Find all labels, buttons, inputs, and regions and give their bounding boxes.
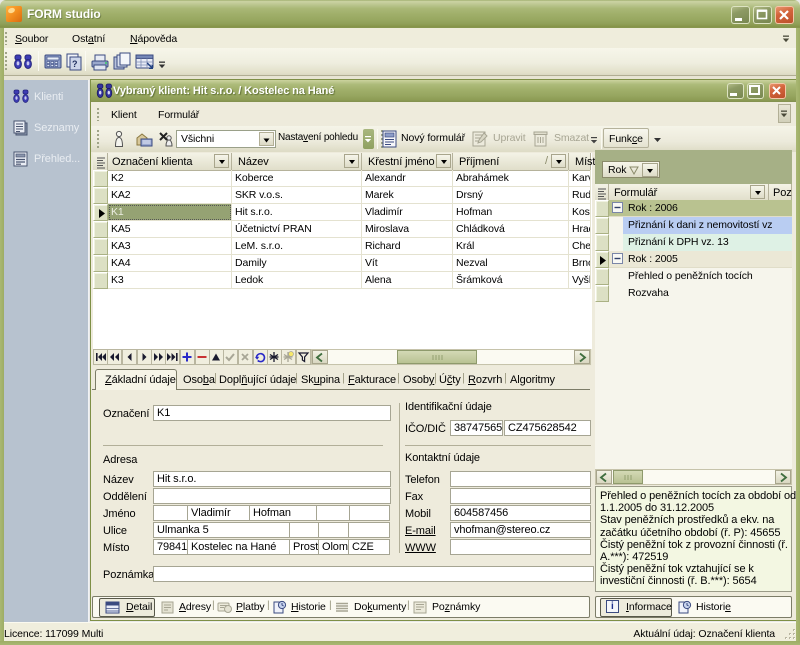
svg-text:?: ?: [72, 59, 77, 69]
